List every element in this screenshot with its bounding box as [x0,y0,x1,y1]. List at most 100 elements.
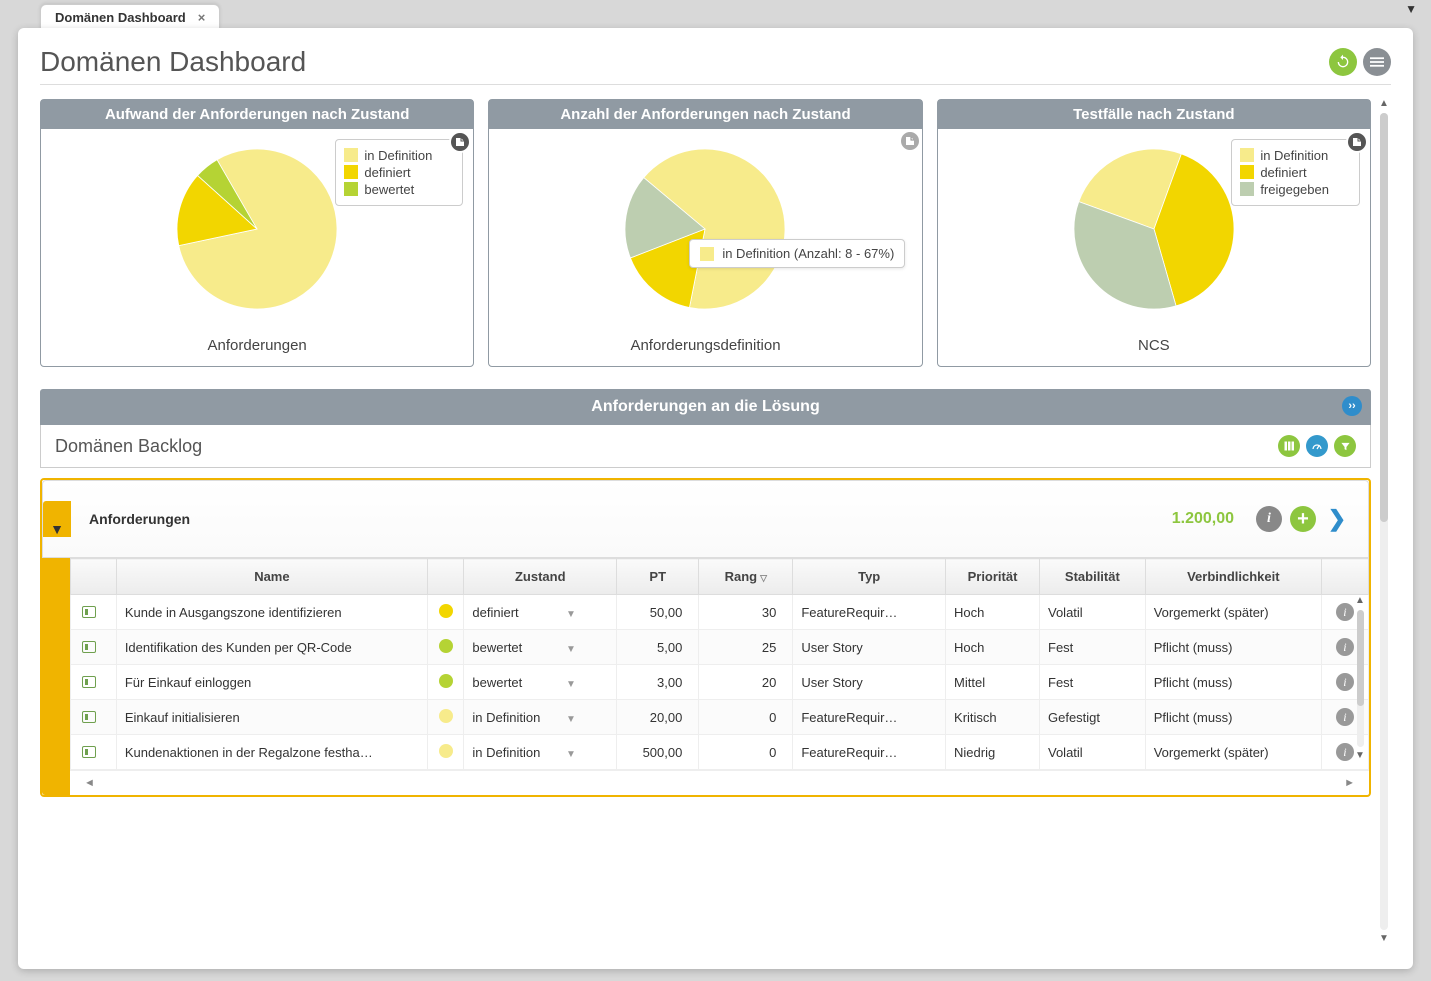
cell-prio: Hoch [946,630,1040,665]
tab-label: Domänen Dashboard [55,10,186,25]
gauge-icon [1311,440,1323,452]
state-dropdown-icon[interactable]: ▼ [566,749,576,760]
tab-domain-dashboard[interactable]: Domänen Dashboard × [40,4,220,30]
cell-name: Kundenaktionen in der Regalzone festha… [116,735,427,770]
sort-desc-icon: ▽ [760,573,767,583]
legend-item: freigegeben [1240,182,1329,197]
subheader-title: Domänen Backlog [55,436,1272,457]
columns-button[interactable] [1278,435,1300,457]
state-dropdown-icon[interactable]: ▼ [566,609,576,620]
chart-title: Testfälle nach Zustand [938,100,1370,129]
panel-next-button[interactable]: ❯ [1324,506,1350,532]
panel-add-button[interactable]: + [1290,506,1316,532]
row-info-button[interactable]: i [1336,603,1354,621]
table-scroll-up[interactable]: ▲ [1355,596,1365,606]
chart-card-effort: Aufwand der Anforderungen nach Zustand i… [40,99,474,367]
col-type[interactable]: Typ [793,559,946,595]
col-state[interactable]: Zustand [464,559,617,595]
legend-item: bewertet [344,182,432,197]
state-dropdown-icon[interactable]: ▼ [566,644,576,655]
state-dropdown-icon[interactable]: ▼ [566,714,576,725]
table-scroll-right[interactable]: ► [1344,777,1355,789]
cell-pt: 500,00 [617,735,699,770]
panel-info-button[interactable]: i [1256,506,1282,532]
col-pt[interactable]: PT [617,559,699,595]
cell-state[interactable]: in Definition ▼ [464,735,617,770]
cell-prio: Mittel [946,665,1040,700]
requirement-icon [82,676,96,688]
chart-legend: in Definition definiert bewertet [335,139,463,206]
chart-card-tests: Testfälle nach Zustand in Definitiondefi… [937,99,1371,367]
state-dot-icon [439,604,453,618]
chrome-menu-dropdown[interactable]: ▼ [1405,2,1417,16]
table-row[interactable]: Kunde in Ausgangszone identifizierendefi… [71,595,1369,630]
cell-bind: Pflicht (muss) [1145,630,1321,665]
table-row[interactable]: Kundenaktionen in der Regalzone festha… i… [71,735,1369,770]
col-prio[interactable]: Priorität [946,559,1040,595]
cell-type: FeatureRequir… [793,700,946,735]
refresh-icon [1335,54,1351,70]
section-expand-button[interactable]: ›› [1342,396,1362,416]
col-stab[interactable]: Stabilität [1040,559,1146,595]
row-info-button[interactable]: i [1336,638,1354,656]
page-scrollbar[interactable] [1380,113,1388,930]
col-icon[interactable] [71,559,117,595]
col-rank[interactable]: Rang▽ [699,559,793,595]
tooltip-text: in Definition (Anzahl: 8 - 67%) [722,246,894,261]
cell-state[interactable]: bewertet ▼ [464,665,617,700]
col-dot[interactable] [428,559,464,595]
legend-item: definiert [344,165,432,180]
cell-pt: 3,00 [617,665,699,700]
legend-item: in Definition [1240,148,1329,163]
requirement-icon [82,606,96,618]
page-scroll-down[interactable]: ▼ [1379,934,1389,944]
table-row[interactable]: Identifikation des Kunden per QR-Codebew… [71,630,1369,665]
cell-pt: 20,00 [617,700,699,735]
legend-badge-icon[interactable] [899,130,921,152]
chart-caption: NCS [938,329,1370,366]
table-scroll-left[interactable]: ◄ [84,777,95,789]
chart-caption: Anforderungen [41,329,473,366]
col-bind[interactable]: Verbindlichkeit [1145,559,1321,595]
row-info-button[interactable]: i [1336,743,1354,761]
menu-button[interactable] [1363,48,1391,76]
cell-state[interactable]: bewertet ▼ [464,630,617,665]
requirement-icon [82,746,96,758]
cell-type: FeatureRequir… [793,735,946,770]
table-row[interactable]: Für Einkauf einloggenbewertet ▼3,0020Use… [71,665,1369,700]
filter-button[interactable] [1334,435,1356,457]
chart-legend: in Definitiondefiniertfreigegeben [1231,139,1360,206]
cell-state[interactable]: in Definition ▼ [464,700,617,735]
tooltip-swatch [700,247,714,261]
section-bar: Anforderungen an die Lösung ›› [40,389,1371,425]
requirement-icon [82,641,96,653]
legend-badge-icon[interactable] [449,131,471,153]
backlog-table: Name Zustand PT Rang▽ Typ Priorität Stab… [70,558,1369,770]
cell-type: FeatureRequir… [793,595,946,630]
chart-title: Anzahl der Anforderungen nach Zustand [489,100,921,129]
table-row[interactable]: Einkauf initialisierenin Definition ▼20,… [71,700,1369,735]
col-name[interactable]: Name [116,559,427,595]
legend-item: in Definition [344,148,432,163]
state-dropdown-icon[interactable]: ▼ [566,679,576,690]
chart-caption: Anforderungsdefinition [489,329,921,366]
legend-badge-icon[interactable] [1346,131,1368,153]
page-scroll-up[interactable]: ▲ [1379,99,1389,109]
pie-chart-count [625,149,785,309]
table-scrollbar[interactable] [1357,610,1364,747]
col-info[interactable] [1321,559,1368,595]
chart-tooltip: in Definition (Anzahl: 8 - 67%) [689,239,905,268]
pie-chart-effort [177,149,337,309]
table-scroll-down[interactable]: ▼ [1355,751,1365,761]
panel-sum: 1.200,00 [1172,510,1234,528]
cell-rank: 25 [699,630,793,665]
row-info-button[interactable]: i [1336,708,1354,726]
refresh-button[interactable] [1329,48,1357,76]
section-bar-title: Anforderungen an die Lösung [591,398,819,415]
panel-collapse-toggle[interactable]: ▼ [43,501,71,537]
row-info-button[interactable]: i [1336,673,1354,691]
filter-icon [1340,441,1351,452]
settings-button[interactable] [1306,435,1328,457]
cell-state[interactable]: definiert ▼ [464,595,617,630]
tab-close-icon[interactable]: × [198,10,206,25]
